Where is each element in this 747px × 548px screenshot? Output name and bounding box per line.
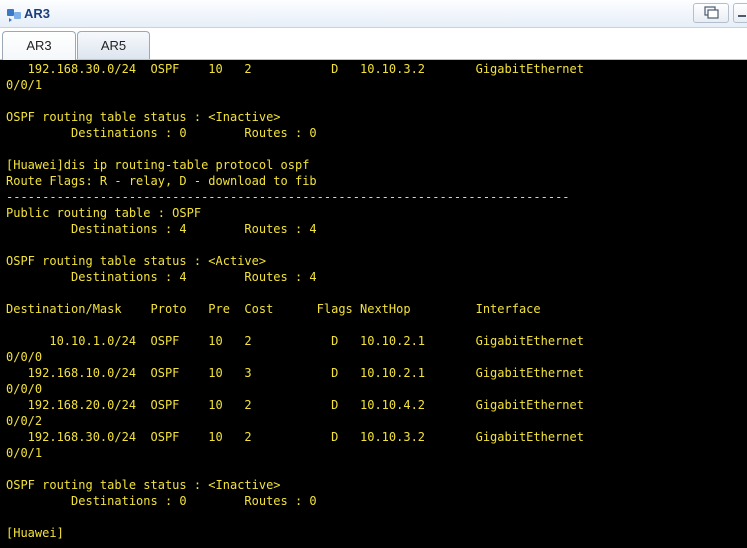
tab-ar5[interactable]: AR5 <box>77 31 150 59</box>
terminal-line: Destinations : 4 Routes : 4 <box>6 222 317 236</box>
terminal-line: 0/0/1 <box>6 446 43 460</box>
terminal-line: 192.168.10.0/24 OSPF 10 3 D 10.10.2.1 Gi… <box>6 366 584 380</box>
terminal-line: ----------------------------------------… <box>6 190 570 204</box>
minimize-button[interactable] <box>733 3 747 23</box>
terminal-line: 0/0/0 <box>6 350 43 364</box>
terminal-line: Public routing table : OSPF <box>6 206 202 220</box>
restore-button[interactable] <box>693 3 729 23</box>
terminal-line: [Huawei]dis ip routing-table protocol os… <box>6 158 310 172</box>
terminal-line: OSPF routing table status : <Inactive> <box>6 110 281 124</box>
restore-icon <box>694 6 728 26</box>
terminal-line: 10.10.1.0/24 OSPF 10 2 D 10.10.2.1 Gigab… <box>6 334 584 348</box>
minimize-icon <box>734 7 747 26</box>
terminal-line: Destinations : 0 Routes : 0 <box>6 126 317 140</box>
terminal-line: 192.168.30.0/24 OSPF 10 2 D 10.10.3.2 Gi… <box>6 430 584 444</box>
terminal-line: Destinations : 0 Routes : 0 <box>6 494 317 508</box>
terminal-line: OSPF routing table status : <Active> <box>6 254 267 268</box>
terminal-line: Destination/Mask Proto Pre Cost Flags Ne… <box>6 302 541 316</box>
terminal-line: Destinations : 4 Routes : 4 <box>6 270 317 284</box>
title-bar: AR3 <box>0 0 747 28</box>
terminal-line: 0/0/0 <box>6 382 43 396</box>
tab-ar3[interactable]: AR3 <box>2 31 76 60</box>
window-title: AR3 <box>24 6 51 21</box>
terminal-line: 192.168.30.0/24 OSPF 10 2 D 10.10.3.2 Gi… <box>6 62 584 76</box>
terminal-line: Route Flags: R - relay, D - download to … <box>6 174 317 188</box>
terminal-line: 192.168.20.0/24 OSPF 10 2 D 10.10.4.2 Gi… <box>6 398 584 412</box>
terminal-console[interactable]: 192.168.30.0/24 OSPF 10 2 D 10.10.3.2 Gi… <box>0 60 747 548</box>
terminal-line: OSPF routing table status : <Inactive> <box>6 478 281 492</box>
terminal-line: 0/0/2 <box>6 414 43 428</box>
terminal-line: 0/0/1 <box>6 78 43 92</box>
tab-bar: AR3 AR5 <box>0 28 747 60</box>
terminal-prompt[interactable]: [Huawei] <box>6 525 64 541</box>
router-app-icon <box>6 6 22 22</box>
